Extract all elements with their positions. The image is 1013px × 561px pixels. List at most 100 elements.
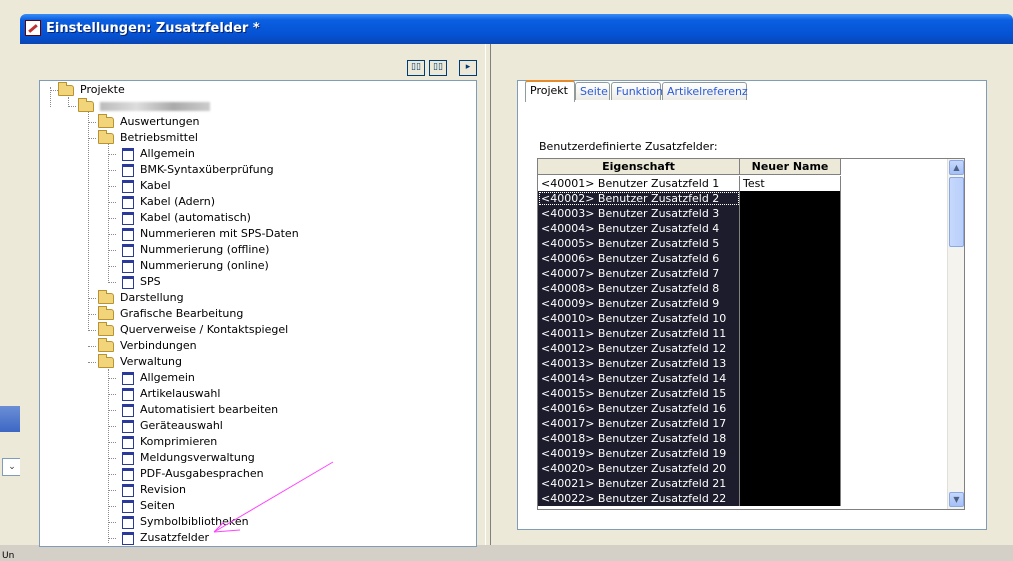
cell-eigenschaft[interactable]: <40014> Benutzer Zusatzfeld 14: [538, 371, 740, 386]
expand-panel-button[interactable]: ▯▯: [429, 60, 447, 76]
tree-node-project[interactable]: [78, 97, 210, 114]
cell-neuer-name[interactable]: [740, 221, 841, 236]
cell-neuer-name[interactable]: [740, 311, 841, 326]
pane-splitter[interactable]: [485, 44, 491, 545]
cell-neuer-name[interactable]: [740, 296, 841, 311]
collapse-panel-button[interactable]: ▯▯: [407, 60, 425, 76]
cell-neuer-name[interactable]: [740, 281, 841, 296]
cell-eigenschaft[interactable]: <40021> Benutzer Zusatzfeld 21: [538, 476, 740, 491]
scroll-down-arrow-icon[interactable]: ▼: [949, 492, 964, 507]
column-header-eigenschaft[interactable]: Eigenschaft: [538, 159, 740, 175]
table-row[interactable]: <40015> Benutzer Zusatzfeld 15: [538, 386, 841, 401]
cell-eigenschaft[interactable]: <40002> Benutzer Zusatzfeld 2: [538, 191, 740, 206]
tree-node-kabel-automatisch-[interactable]: Kabel (automatisch): [122, 210, 251, 226]
table-row[interactable]: <40019> Benutzer Zusatzfeld 19: [538, 446, 841, 461]
tree-node-automatisiert-bearbeiten[interactable]: Automatisiert bearbeiten: [122, 402, 278, 418]
custom-fields-grid[interactable]: Eigenschaft Neuer Name <40001> Benutzer …: [537, 158, 965, 510]
cell-neuer-name[interactable]: [740, 236, 841, 251]
scroll-up-arrow-icon[interactable]: ▲: [949, 160, 964, 175]
table-row[interactable]: <40009> Benutzer Zusatzfeld 9: [538, 296, 841, 311]
cell-eigenschaft[interactable]: <40012> Benutzer Zusatzfeld 12: [538, 341, 740, 356]
table-row[interactable]: <40022> Benutzer Zusatzfeld 22: [538, 491, 841, 506]
cell-neuer-name[interactable]: [740, 491, 841, 506]
tree-node-artikelauswahl[interactable]: Artikelauswahl: [122, 386, 220, 402]
table-row[interactable]: <40011> Benutzer Zusatzfeld 11: [538, 326, 841, 341]
table-row[interactable]: <40003> Benutzer Zusatzfeld 3: [538, 206, 841, 221]
background-app-combo[interactable]: ⌄: [2, 458, 22, 476]
cell-eigenschaft[interactable]: <40010> Benutzer Zusatzfeld 10: [538, 311, 740, 326]
tree-node-querverweise-kontaktspiegel[interactable]: Querverweise / Kontaktspiegel: [98, 321, 288, 338]
tree-node-kabel-adern-[interactable]: Kabel (Adern): [122, 194, 215, 210]
cell-neuer-name[interactable]: [740, 431, 841, 446]
cell-eigenschaft[interactable]: <40015> Benutzer Zusatzfeld 15: [538, 386, 740, 401]
cell-eigenschaft[interactable]: <40001> Benutzer Zusatzfeld 1: [538, 176, 740, 191]
table-row[interactable]: <40005> Benutzer Zusatzfeld 5: [538, 236, 841, 251]
cell-eigenschaft[interactable]: <40008> Benutzer Zusatzfeld 8: [538, 281, 740, 296]
cell-neuer-name[interactable]: [740, 461, 841, 476]
tree-node-allgemein[interactable]: Allgemein: [122, 370, 195, 386]
table-row[interactable]: <40017> Benutzer Zusatzfeld 17: [538, 416, 841, 431]
table-row[interactable]: <40007> Benutzer Zusatzfeld 7: [538, 266, 841, 281]
table-row[interactable]: <40018> Benutzer Zusatzfeld 18: [538, 431, 841, 446]
table-row[interactable]: <40020> Benutzer Zusatzfeld 20: [538, 461, 841, 476]
cell-eigenschaft[interactable]: <40009> Benutzer Zusatzfeld 9: [538, 296, 740, 311]
cell-neuer-name[interactable]: [740, 266, 841, 281]
table-row[interactable]: <40010> Benutzer Zusatzfeld 10: [538, 311, 841, 326]
tree-node-bmk-syntaxüberprüfung[interactable]: BMK-Syntaxüberprüfung: [122, 162, 274, 178]
cell-neuer-name[interactable]: [740, 326, 841, 341]
tree-node-geräteauswahl[interactable]: Geräteauswahl: [122, 418, 223, 434]
table-row[interactable]: <40001> Benutzer Zusatzfeld 1 Test: [538, 176, 841, 191]
table-row[interactable]: <40013> Benutzer Zusatzfeld 13: [538, 356, 841, 371]
tree-node-komprimieren[interactable]: Komprimieren: [122, 434, 217, 450]
tab-seite[interactable]: Seite: [575, 82, 610, 100]
tree-node-meldungsverwaltung[interactable]: Meldungsverwaltung: [122, 450, 255, 466]
title-bar[interactable]: Einstellungen: Zusatzfelder *: [20, 14, 1013, 44]
tree-node-sps[interactable]: SPS: [122, 274, 161, 290]
grid-vertical-scrollbar[interactable]: ▲ ▼: [947, 159, 964, 509]
tab-funktion[interactable]: Funktion: [611, 82, 663, 100]
cell-neuer-name[interactable]: [740, 401, 841, 416]
cell-eigenschaft[interactable]: <40007> Benutzer Zusatzfeld 7: [538, 266, 740, 281]
tree-node-auswertungen[interactable]: Auswertungen: [98, 113, 200, 130]
cell-neuer-name[interactable]: [740, 206, 841, 221]
cell-eigenschaft[interactable]: <40004> Benutzer Zusatzfeld 4: [538, 221, 740, 236]
tree-node-pdf-ausgabesprachen[interactable]: PDF-Ausgabesprachen: [122, 466, 264, 482]
tree-node-verbindungen[interactable]: Verbindungen: [98, 337, 197, 354]
tree-node-nummerierung-online-[interactable]: Nummerierung (online): [122, 258, 269, 274]
cell-eigenschaft[interactable]: <40018> Benutzer Zusatzfeld 18: [538, 431, 740, 446]
table-row[interactable]: <40002> Benutzer Zusatzfeld 2: [538, 191, 841, 206]
cell-neuer-name[interactable]: [740, 191, 841, 206]
tree-node-projekte[interactable]: Projekte: [58, 81, 125, 98]
cell-eigenschaft[interactable]: <40022> Benutzer Zusatzfeld 22: [538, 491, 740, 506]
table-row[interactable]: <40021> Benutzer Zusatzfeld 21: [538, 476, 841, 491]
cell-neuer-name[interactable]: [740, 251, 841, 266]
scroll-thumb[interactable]: [949, 177, 964, 247]
cell-eigenschaft[interactable]: <40020> Benutzer Zusatzfeld 20: [538, 461, 740, 476]
tree-node-nummerierung-offline-[interactable]: Nummerierung (offline): [122, 242, 269, 258]
tree-node-zusatzfelder[interactable]: Zusatzfelder: [122, 530, 209, 546]
tree-node-darstellung[interactable]: Darstellung: [98, 289, 184, 306]
table-row[interactable]: <40016> Benutzer Zusatzfeld 16: [538, 401, 841, 416]
cell-neuer-name[interactable]: [740, 476, 841, 491]
tree-node-nummerieren-mit-sps-daten[interactable]: Nummerieren mit SPS-Daten: [122, 226, 299, 242]
tree-node-symbolbibliotheken[interactable]: Symbolbibliotheken: [122, 514, 249, 530]
cell-eigenschaft[interactable]: <40005> Benutzer Zusatzfeld 5: [538, 236, 740, 251]
cell-eigenschaft[interactable]: <40019> Benutzer Zusatzfeld 19: [538, 446, 740, 461]
tab-projekt[interactable]: Projekt: [525, 80, 575, 102]
cell-neuer-name[interactable]: [740, 416, 841, 431]
tree-node-verwaltung[interactable]: Verwaltung: [98, 353, 182, 370]
settings-tree[interactable]: Projekte Auswertungen Betriebsmittel Allge…: [39, 80, 477, 547]
tab-artikelreferenz[interactable]: Artikelreferenz: [662, 82, 748, 100]
cell-neuer-name[interactable]: [740, 356, 841, 371]
tree-node-betriebsmittel[interactable]: Betriebsmittel: [98, 129, 198, 146]
cell-neuer-name[interactable]: [740, 446, 841, 461]
tree-node-kabel[interactable]: Kabel: [122, 178, 171, 194]
column-header-neuer-name[interactable]: Neuer Name: [740, 159, 841, 175]
tree-node-allgemein[interactable]: Allgemein: [122, 146, 195, 162]
cell-neuer-name[interactable]: [740, 341, 841, 356]
cell-eigenschaft[interactable]: <40003> Benutzer Zusatzfeld 3: [538, 206, 740, 221]
cell-eigenschaft[interactable]: <40017> Benutzer Zusatzfeld 17: [538, 416, 740, 431]
cell-eigenschaft[interactable]: <40011> Benutzer Zusatzfeld 11: [538, 326, 740, 341]
cell-eigenschaft[interactable]: <40006> Benutzer Zusatzfeld 6: [538, 251, 740, 266]
tree-node-grafische-bearbeitung[interactable]: Grafische Bearbeitung: [98, 305, 243, 322]
